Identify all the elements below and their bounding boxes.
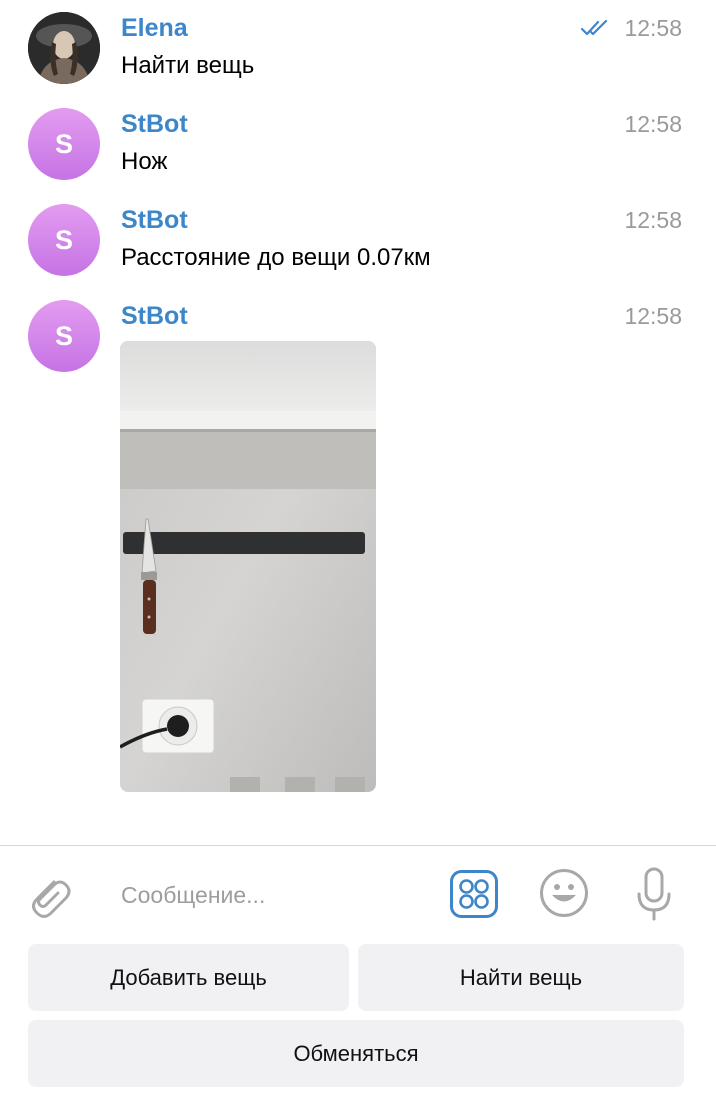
double-check-icon: [580, 19, 608, 36]
message-time: 12:58: [624, 15, 682, 41]
paperclip-icon[interactable]: [24, 868, 72, 920]
add-item-button[interactable]: Добавить вещь: [28, 944, 349, 1011]
message-input[interactable]: Сообщение...: [121, 882, 265, 909]
avatar-elena[interactable]: [28, 12, 100, 84]
exchange-button[interactable]: Обменяться: [28, 1020, 684, 1087]
message-bot: S StBot 12:58 Нож: [0, 96, 716, 192]
message-text: Найти вещь: [121, 52, 255, 79]
message-composer: Сообщение...: [0, 846, 716, 938]
find-item-button[interactable]: Найти вещь: [358, 944, 684, 1011]
photo-attachment[interactable]: [120, 341, 376, 792]
message-text: Нож: [121, 148, 168, 175]
message-time: 12:58: [624, 303, 682, 329]
message-time: 12:58: [624, 111, 682, 137]
sender-name[interactable]: Elena: [121, 14, 188, 43]
message-elena: Elena 12:58 Найти вещь: [0, 0, 716, 96]
bot-keyboard-icon[interactable]: [450, 870, 498, 918]
user-photo: [28, 12, 100, 84]
knife-photo: [120, 341, 376, 792]
sender-name[interactable]: StBot: [121, 110, 188, 139]
microphone-icon[interactable]: [634, 866, 674, 922]
avatar-bot[interactable]: S: [28, 108, 100, 180]
message-text: Расстояние до вещи 0.07км: [121, 244, 431, 271]
message-time: 12:58: [624, 207, 682, 233]
avatar-bot[interactable]: S: [28, 300, 100, 372]
sender-name[interactable]: StBot: [121, 302, 188, 331]
message-bot: S StBot 12:58 Расстояние до вещи 0.07км: [0, 192, 716, 288]
emoji-icon[interactable]: [539, 868, 589, 918]
sender-name[interactable]: StBot: [121, 206, 188, 235]
avatar-bot[interactable]: S: [28, 204, 100, 276]
